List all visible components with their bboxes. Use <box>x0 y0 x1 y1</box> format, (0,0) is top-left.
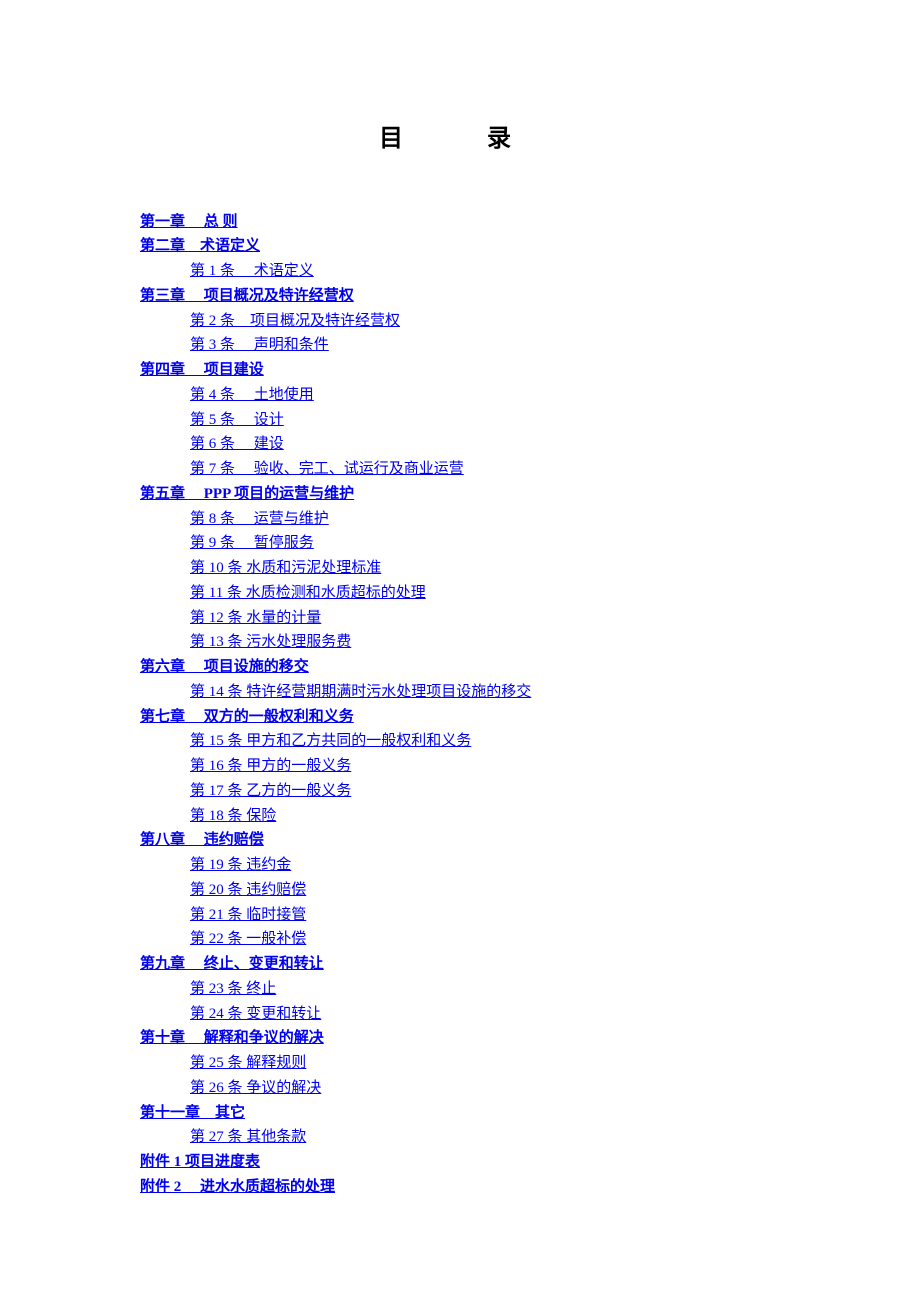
toc-link[interactable]: 第九章 终止、变更和转让 <box>140 956 324 972</box>
toc-link[interactable]: 第三章 项目概况及特许经营权 <box>140 288 354 304</box>
toc-article: 第 17 条 乙方的一般义务 <box>140 779 780 804</box>
toc-chapter: 第二章 术语定义 <box>140 234 780 259</box>
toc-link[interactable]: 第 2 条 项目概况及特许经营权 <box>190 313 400 329</box>
toc-article: 第 24 条 变更和转让 <box>140 1002 780 1027</box>
toc-article: 第 21 条 临时接管 <box>140 903 780 928</box>
toc-link[interactable]: 第十章 解释和争议的解决 <box>140 1030 324 1046</box>
toc-link[interactable]: 第 12 条 水量的计量 <box>190 610 321 626</box>
toc-article: 第 14 条 特许经营期期满时污水处理项目设施的移交 <box>140 680 780 705</box>
toc-chapter: 第四章 项目建设 <box>140 358 780 383</box>
toc-link[interactable]: 第 21 条 临时接管 <box>190 907 306 923</box>
toc-link[interactable]: 第八章 违约赔偿 <box>140 832 264 848</box>
table-of-contents: 第一章 总 则第二章 术语定义第 1 条 术语定义第三章 项目概况及特许经营权第… <box>140 210 780 1200</box>
toc-link[interactable]: 第六章 项目设施的移交 <box>140 659 309 675</box>
toc-chapter: 附件 1 项目进度表 <box>140 1150 780 1175</box>
toc-link[interactable]: 第 3 条 声明和条件 <box>190 337 329 353</box>
toc-link[interactable]: 第 22 条 一般补偿 <box>190 931 306 947</box>
toc-link[interactable]: 第 20 条 违约赔偿 <box>190 882 306 898</box>
toc-article: 第 20 条 违约赔偿 <box>140 878 780 903</box>
toc-chapter: 第八章 违约赔偿 <box>140 828 780 853</box>
toc-link[interactable]: 第七章 双方的一般权利和义务 <box>140 709 354 725</box>
toc-chapter: 第六章 项目设施的移交 <box>140 655 780 680</box>
toc-link[interactable]: 第 9 条 暂停服务 <box>190 535 314 551</box>
page-title: 目 录 <box>140 120 780 160</box>
toc-chapter: 第九章 终止、变更和转让 <box>140 952 780 977</box>
toc-chapter: 第十一章 其它 <box>140 1101 780 1126</box>
toc-link[interactable]: 第 11 条 水质检测和水质超标的处理 <box>190 585 426 601</box>
toc-article: 第 8 条 运营与维护 <box>140 507 780 532</box>
toc-link[interactable]: 第 6 条 建设 <box>190 436 284 452</box>
toc-chapter: 第五章 PPP 项目的运营与维护 <box>140 482 780 507</box>
toc-link[interactable]: 第 24 条 变更和转让 <box>190 1006 321 1022</box>
toc-article: 第 6 条 建设 <box>140 432 780 457</box>
toc-article: 第 25 条 解释规则 <box>140 1051 780 1076</box>
toc-article: 第 4 条 土地使用 <box>140 383 780 408</box>
toc-link[interactable]: 附件 2 进水水质超标的处理 <box>140 1179 335 1195</box>
toc-article: 第 13 条 污水处理服务费 <box>140 630 780 655</box>
toc-link[interactable]: 第 13 条 污水处理服务费 <box>190 634 351 650</box>
toc-article: 第 1 条 术语定义 <box>140 259 780 284</box>
toc-link[interactable]: 第 19 条 违约金 <box>190 857 291 873</box>
toc-article: 第 19 条 违约金 <box>140 853 780 878</box>
toc-link[interactable]: 第 5 条 设计 <box>190 412 284 428</box>
toc-link[interactable]: 第 10 条 水质和污泥处理标准 <box>190 560 381 576</box>
toc-link[interactable]: 第 26 条 争议的解决 <box>190 1080 321 1096</box>
toc-article: 第 23 条 终止 <box>140 977 780 1002</box>
toc-article: 第 2 条 项目概况及特许经营权 <box>140 309 780 334</box>
toc-article: 第 7 条 验收、完工、试运行及商业运营 <box>140 457 780 482</box>
toc-article: 第 26 条 争议的解决 <box>140 1076 780 1101</box>
toc-link[interactable]: 第 23 条 终止 <box>190 981 276 997</box>
toc-link[interactable]: 附件 1 项目进度表 <box>140 1154 260 1170</box>
toc-chapter: 第十章 解释和争议的解决 <box>140 1026 780 1051</box>
toc-link[interactable]: 第 1 条 术语定义 <box>190 263 314 279</box>
toc-article: 第 10 条 水质和污泥处理标准 <box>140 556 780 581</box>
toc-link[interactable]: 第四章 项目建设 <box>140 362 264 378</box>
toc-link[interactable]: 第二章 术语定义 <box>140 238 260 254</box>
toc-article: 第 22 条 一般补偿 <box>140 927 780 952</box>
toc-link[interactable]: 第 16 条 甲方的一般义务 <box>190 758 351 774</box>
toc-article: 第 18 条 保险 <box>140 804 780 829</box>
toc-link[interactable]: 第 25 条 解释规则 <box>190 1055 306 1071</box>
toc-link[interactable]: 第 18 条 保险 <box>190 808 276 824</box>
toc-link[interactable]: 第 17 条 乙方的一般义务 <box>190 783 351 799</box>
toc-link[interactable]: 第 27 条 其他条款 <box>190 1129 306 1145</box>
toc-article: 第 16 条 甲方的一般义务 <box>140 754 780 779</box>
toc-link[interactable]: 第 15 条 甲方和乙方共同的一般权利和义务 <box>190 733 471 749</box>
toc-link[interactable]: 第 14 条 特许经营期期满时污水处理项目设施的移交 <box>190 684 531 700</box>
toc-article: 第 9 条 暂停服务 <box>140 531 780 556</box>
toc-article: 第 15 条 甲方和乙方共同的一般权利和义务 <box>140 729 780 754</box>
toc-chapter: 第三章 项目概况及特许经营权 <box>140 284 780 309</box>
toc-chapter: 第一章 总 则 <box>140 210 780 235</box>
toc-article: 第 5 条 设计 <box>140 408 780 433</box>
toc-link[interactable]: 第 4 条 土地使用 <box>190 387 314 403</box>
toc-chapter: 第七章 双方的一般权利和义务 <box>140 705 780 730</box>
toc-chapter: 附件 2 进水水质超标的处理 <box>140 1175 780 1200</box>
toc-link[interactable]: 第一章 总 则 <box>140 214 238 230</box>
toc-link[interactable]: 第十一章 其它 <box>140 1105 245 1121</box>
toc-link[interactable]: 第 7 条 验收、完工、试运行及商业运营 <box>190 461 464 477</box>
toc-article: 第 3 条 声明和条件 <box>140 333 780 358</box>
toc-link[interactable]: 第五章 PPP 项目的运营与维护 <box>140 486 354 502</box>
toc-article: 第 27 条 其他条款 <box>140 1125 780 1150</box>
toc-link[interactable]: 第 8 条 运营与维护 <box>190 511 329 527</box>
toc-article: 第 11 条 水质检测和水质超标的处理 <box>140 581 780 606</box>
toc-article: 第 12 条 水量的计量 <box>140 606 780 631</box>
